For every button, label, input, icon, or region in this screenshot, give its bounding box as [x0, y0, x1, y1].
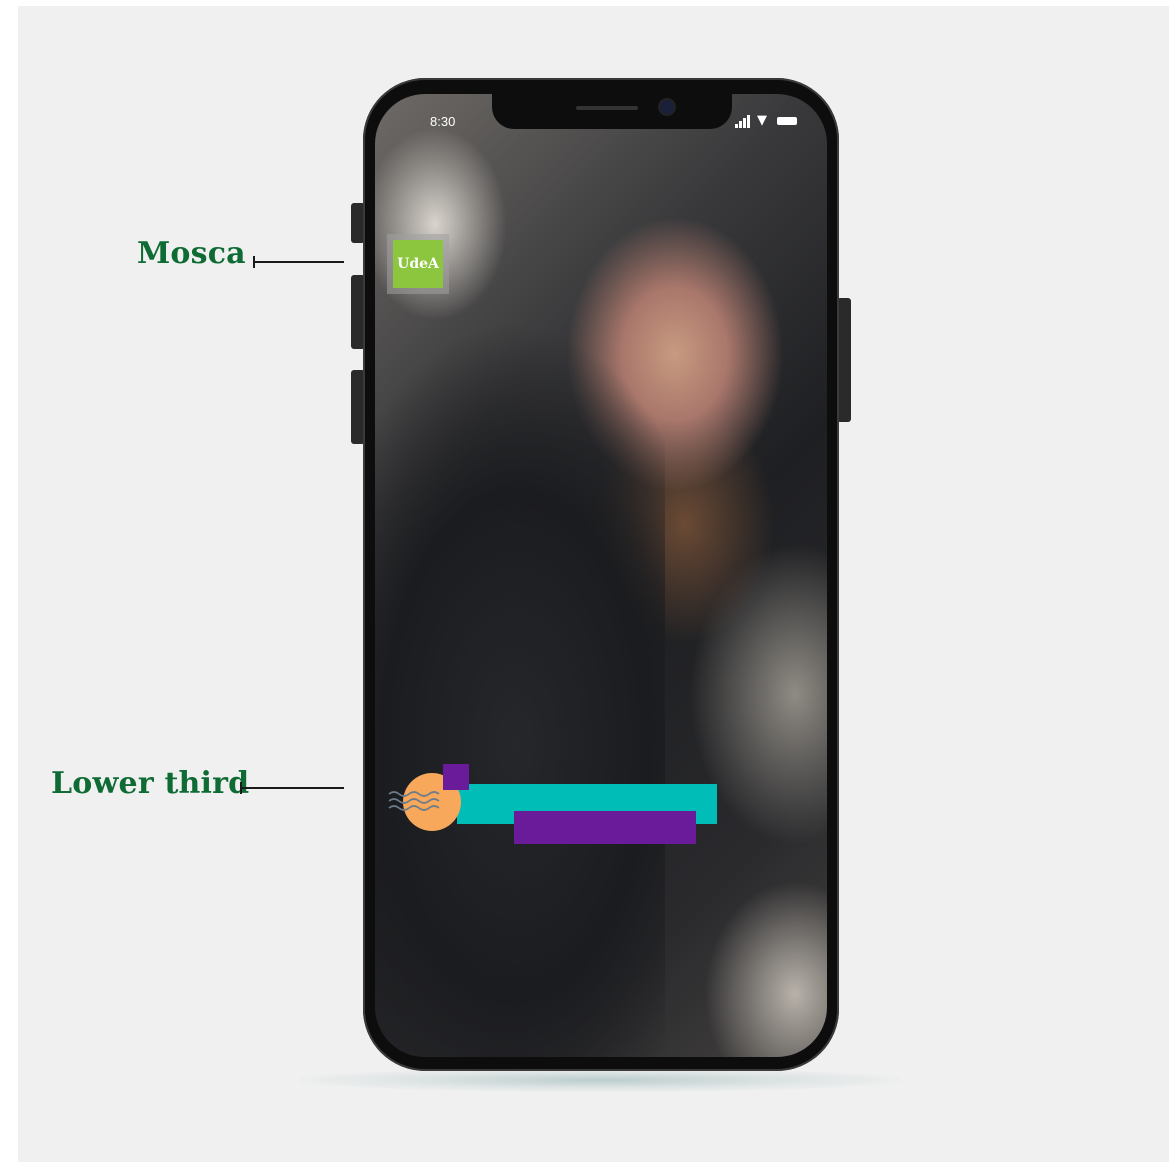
front-camera-icon — [660, 100, 674, 114]
status-time: 8:30 — [430, 114, 456, 129]
mosca-callout-label: Mosca — [137, 236, 246, 271]
phone-screen: 8:30 ▼ UdeA — [375, 94, 827, 1057]
earpiece-speaker — [576, 106, 638, 110]
mosca-logo-bug: UdeA — [387, 234, 449, 294]
lower-third-graphic — [387, 754, 717, 844]
lower-third-shapes — [388, 764, 717, 844]
lower-third-leader-line — [240, 782, 344, 794]
lower-third-purple-square — [443, 764, 469, 790]
power-button — [837, 298, 851, 422]
mosca-leader-line — [253, 256, 344, 268]
status-icons: ▼ — [735, 114, 805, 128]
lower-third-purple-bar — [514, 811, 696, 844]
wifi-icon: ▼ — [757, 113, 767, 128]
battery-icon — [777, 117, 797, 125]
phone-shadow — [300, 1068, 900, 1092]
photo-subject — [375, 324, 665, 1057]
phone-frame: 8:30 ▼ UdeA — [363, 78, 839, 1071]
lower-third-callout-label: Lower third — [51, 766, 250, 801]
phone-notch — [492, 94, 732, 129]
udea-logo: UdeA — [393, 240, 443, 288]
